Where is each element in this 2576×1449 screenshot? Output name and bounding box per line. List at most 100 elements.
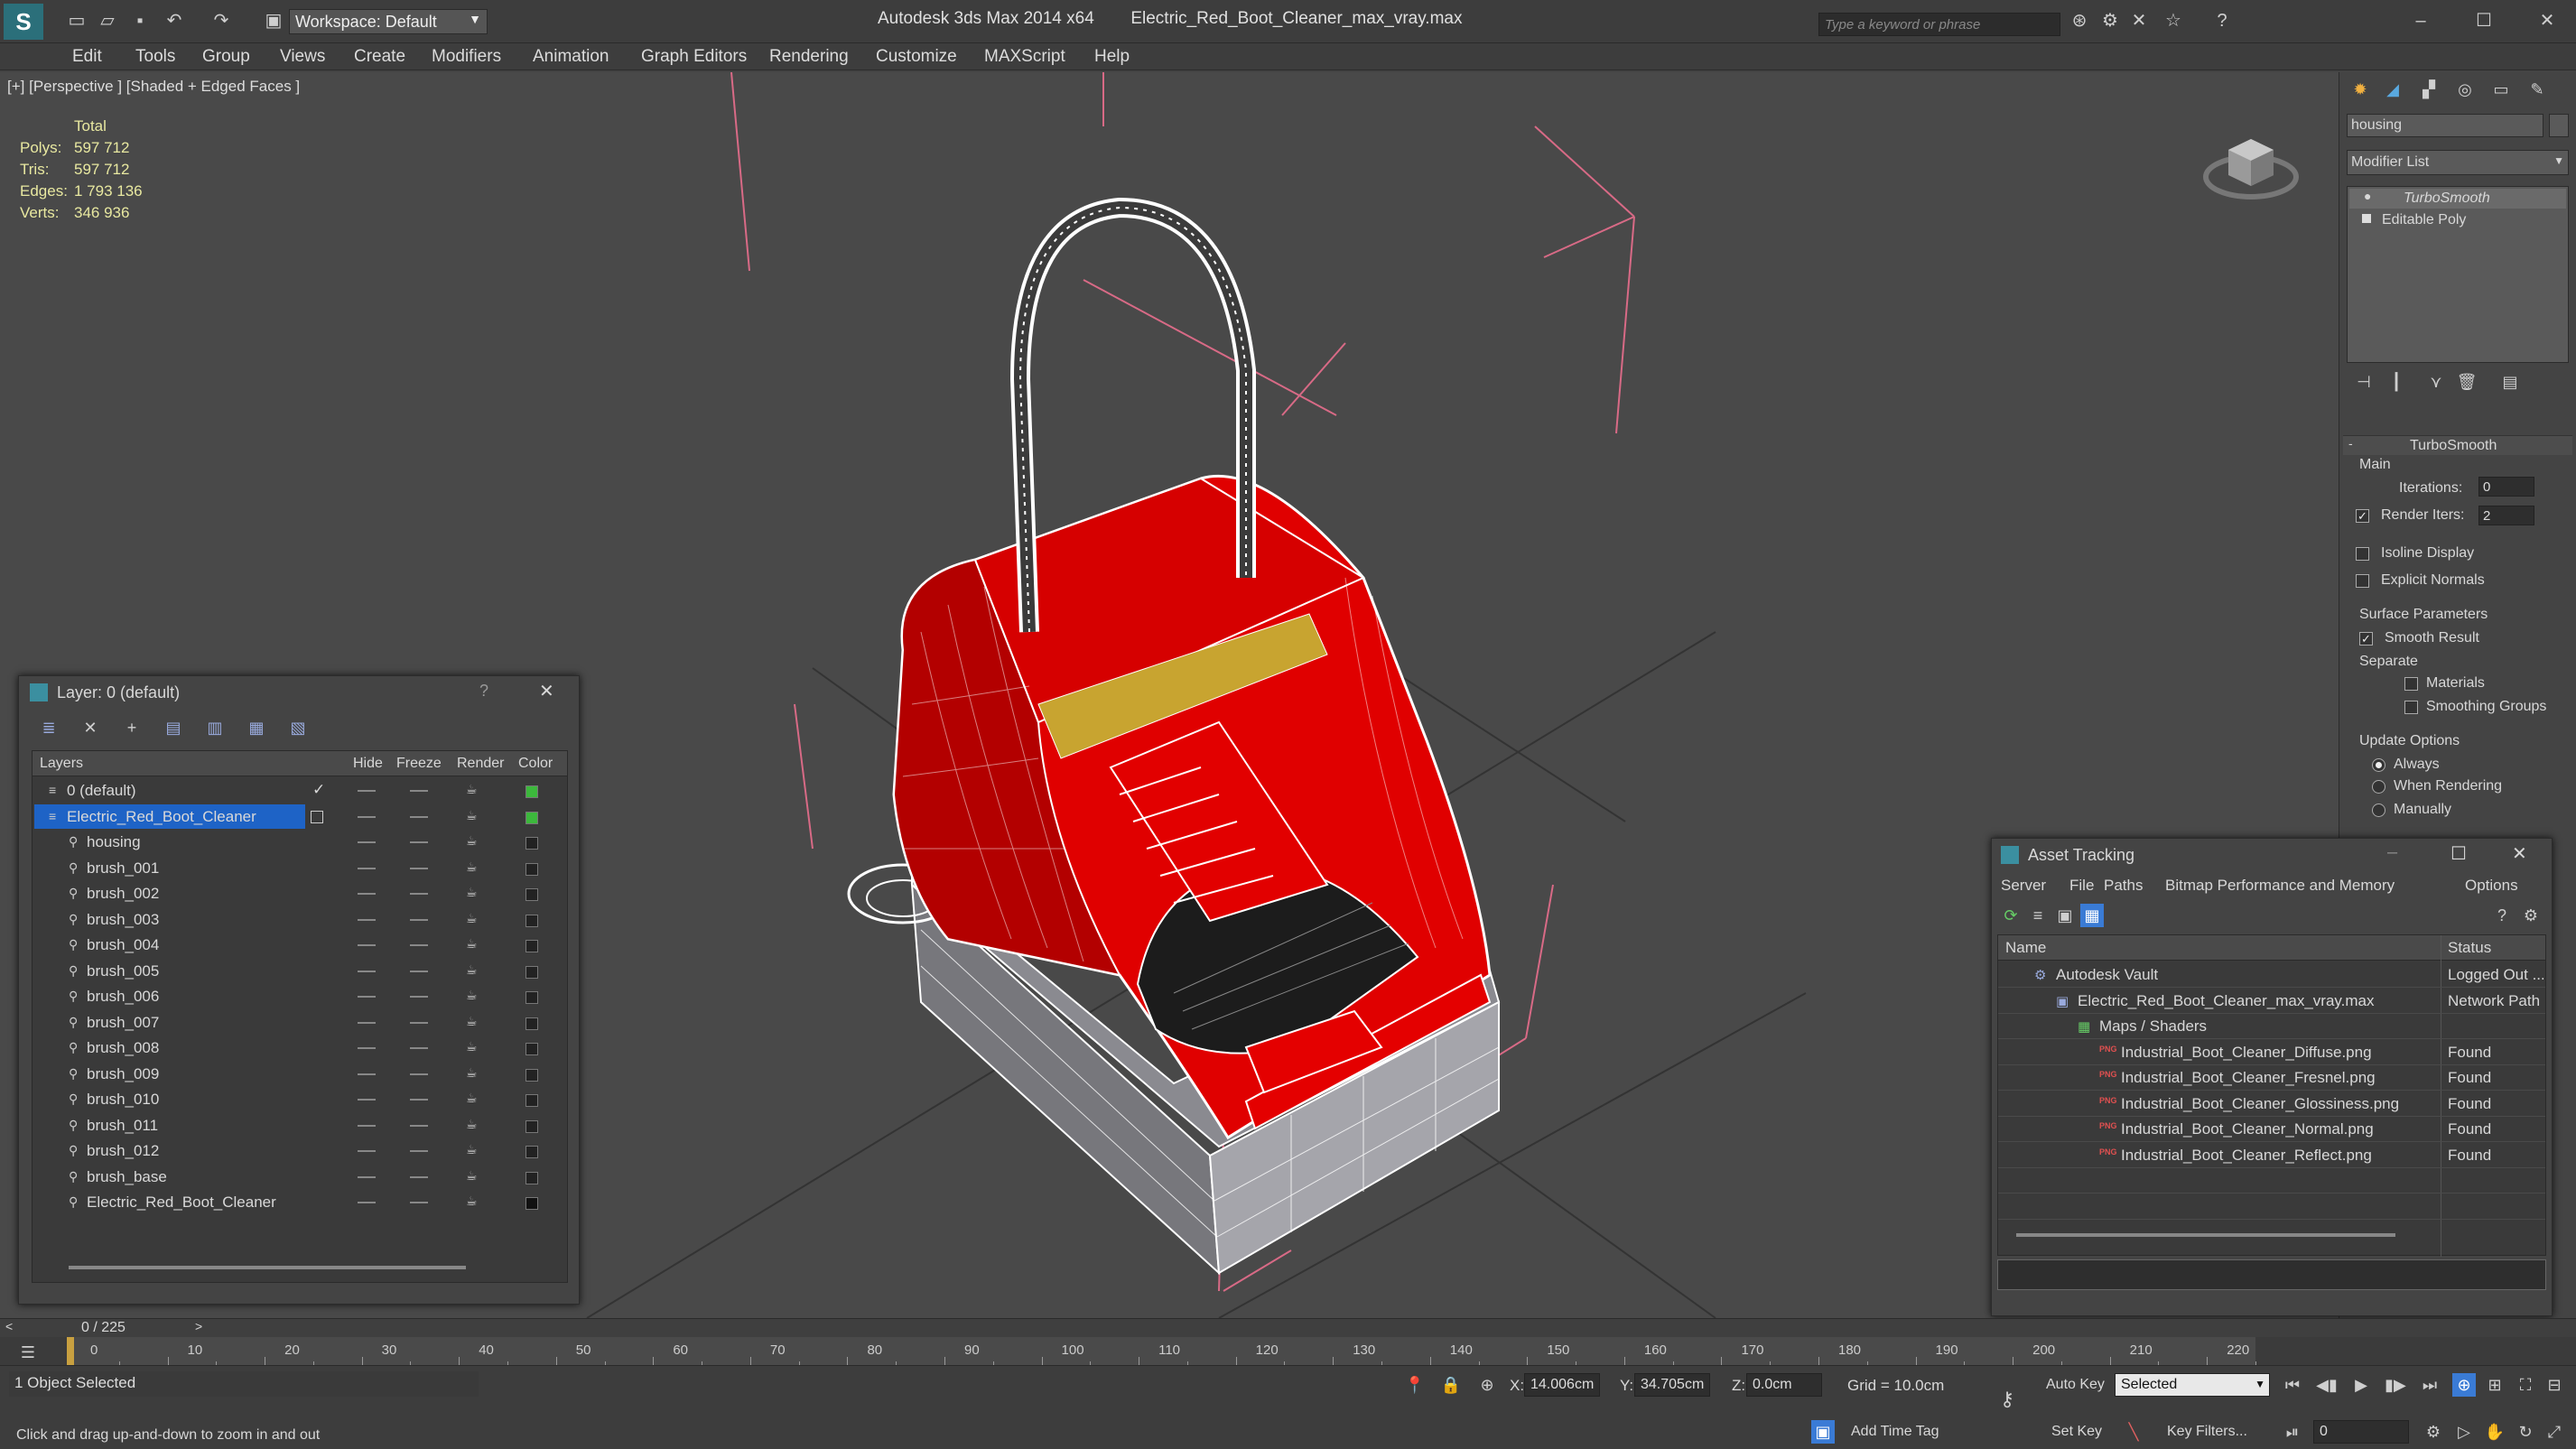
asset-dialog-titlebar[interactable]: Asset Tracking – ☐ ✕	[1992, 839, 2552, 871]
prev-frame-icon[interactable]: <	[5, 1319, 13, 1333]
layer-color-swatch[interactable]	[525, 837, 538, 850]
menu-rendering[interactable]: Rendering	[769, 47, 849, 67]
add-to-layer-icon[interactable]: +	[120, 716, 144, 739]
menu-create[interactable]: Create	[354, 47, 405, 67]
active-layer-check-icon[interactable]: ✓	[312, 781, 325, 799]
open-file-icon[interactable]: ▱	[96, 9, 119, 33]
manually-radio[interactable]	[2372, 803, 2385, 817]
minimize-icon[interactable]: –	[2387, 842, 2397, 863]
layer-row[interactable]: ⚲ Electric_Red_Boot_Cleaner ☕	[33, 1190, 567, 1215]
orbit-icon[interactable]: ↻	[2514, 1420, 2537, 1444]
isolate-icon[interactable]: 📍	[1403, 1373, 1427, 1397]
freeze-toggle[interactable]	[410, 944, 428, 946]
help-icon[interactable]: ?	[479, 682, 488, 701]
layer-color-swatch[interactable]	[525, 1146, 538, 1158]
layer-row[interactable]: ⚲ brush_004 ☕	[33, 933, 567, 958]
freeze-toggle[interactable]	[410, 1099, 428, 1101]
workspace-dropdown[interactable]: Workspace: Default ▼	[289, 9, 488, 34]
track-bar[interactable]: 0 10 20 30 40 50 60 70 80 90 100 110 120 130 140 150 160…	[67, 1337, 2256, 1366]
render-teapot-icon[interactable]: ☕	[466, 962, 478, 978]
materials-checkbox[interactable]	[2404, 677, 2418, 691]
display-tab-icon[interactable]: ▭	[2489, 78, 2513, 101]
set-key-icon[interactable]: ╲	[2122, 1420, 2145, 1444]
render-teapot-icon[interactable]: ☕	[466, 936, 478, 952]
layer-color-swatch[interactable]	[525, 940, 538, 952]
layer-dialog-titlebar[interactable]: Layer: 0 (default) ? ✕	[19, 676, 579, 709]
asset-row[interactable]: PNG Industrial_Boot_Cleaner_Fresnel.png Fo…	[1998, 1065, 2545, 1091]
col-color[interactable]: Color	[518, 756, 553, 772]
next-frame-icon[interactable]: >	[195, 1319, 202, 1333]
selected-set-dropdown[interactable]: Selected ▼	[2115, 1373, 2270, 1397]
hierarchy-tab-icon[interactable]: ▞	[2417, 78, 2441, 101]
show-end-result-icon[interactable]: ┃	[2385, 370, 2408, 394]
auto-key-button[interactable]: Auto Key	[2046, 1377, 2105, 1393]
layer-row[interactable]: ⚲ brush_005 ☕	[33, 959, 567, 984]
asset-row[interactable]: PNG Industrial_Boot_Cleaner_Normal.png Fou…	[1998, 1117, 2545, 1142]
render-teapot-icon[interactable]: ☕	[466, 1117, 478, 1132]
layer-row[interactable]: ⚲ brush_001 ☕	[33, 856, 567, 881]
menu-customize[interactable]: Customize	[876, 47, 957, 67]
asset-row[interactable]: ▦ Maps / Shaders	[1998, 1014, 2545, 1039]
hide-toggle[interactable]	[358, 841, 376, 843]
freeze-toggle[interactable]	[410, 790, 428, 792]
freeze-toggle[interactable]	[410, 970, 428, 972]
add-time-tag-label[interactable]: Add Time Tag	[1851, 1424, 1939, 1440]
render-iters-spinner[interactable]: 2	[2478, 506, 2534, 525]
subscription-icon[interactable]: ⚙	[2098, 9, 2122, 33]
render-teapot-icon[interactable]: ☕	[466, 833, 478, 849]
select-objects-icon[interactable]: ▤	[162, 716, 185, 739]
set-current-box-icon[interactable]	[311, 810, 323, 823]
y-coordinate-field[interactable]: 34.705cm	[1634, 1373, 1710, 1397]
maximize-viewport-icon[interactable]: ⤢	[2543, 1420, 2566, 1444]
thumbnail-view-icon[interactable]: ▣	[2053, 904, 2077, 927]
horizontal-scrollbar[interactable]	[2016, 1233, 2395, 1237]
layer-color-swatch[interactable]	[525, 888, 538, 901]
layer-row[interactable]: ≡ Electric_Red_Boot_Cleaner ☕	[33, 803, 567, 830]
hide-toggle[interactable]	[358, 1047, 376, 1049]
lightbulb-icon[interactable]: ●	[2364, 189, 2371, 203]
menu-tools[interactable]: Tools	[135, 47, 175, 67]
z-coordinate-field[interactable]: 0.0cm	[1746, 1373, 1822, 1397]
freeze-toggle[interactable]	[410, 1124, 428, 1127]
help-icon[interactable]: ?	[2210, 9, 2234, 33]
col-freeze[interactable]: Freeze	[396, 756, 442, 772]
freeze-toggle[interactable]	[410, 815, 428, 818]
hide-toggle[interactable]	[358, 815, 376, 818]
asset-row[interactable]: PNG Industrial_Boot_Cleaner_Reflect.png Fo…	[1998, 1143, 2545, 1168]
render-teapot-icon[interactable]: ☕	[466, 1065, 478, 1081]
motion-tab-icon[interactable]: ◎	[2453, 78, 2477, 101]
layer-color-swatch[interactable]	[525, 991, 538, 1004]
render-teapot-icon[interactable]: ☕	[466, 1014, 478, 1029]
maximize-icon[interactable]: ☐	[2472, 9, 2496, 33]
render-teapot-icon[interactable]: ☕	[466, 885, 478, 900]
new-file-icon[interactable]: ▭	[65, 9, 88, 33]
menu-animation[interactable]: Animation	[533, 47, 609, 67]
asset-row[interactable]: ▣ Electric_Red_Boot_Cleaner_max_vray.max N…	[1998, 989, 2545, 1014]
add-time-tag-icon[interactable]: ▣	[1811, 1420, 1835, 1444]
menu-help[interactable]: Help	[1094, 47, 1130, 67]
layer-color-swatch[interactable]	[525, 965, 538, 979]
selection-lock-icon[interactable]: 🔒	[1439, 1373, 1463, 1397]
play-icon[interactable]: ▶	[2349, 1373, 2373, 1397]
save-file-icon[interactable]: ▪	[128, 9, 152, 33]
freeze-toggle[interactable]	[410, 893, 428, 895]
menu-group[interactable]: Group	[202, 47, 250, 67]
project-folder-icon[interactable]: ▣	[262, 9, 285, 33]
explicit-normals-checkbox[interactable]	[2356, 574, 2369, 588]
hide-toggle[interactable]	[358, 996, 376, 998]
pan-icon[interactable]: ✋	[2483, 1420, 2506, 1444]
modify-tab-icon[interactable]: ◢	[2381, 78, 2404, 101]
render-teapot-icon[interactable]: ☕	[466, 1194, 478, 1209]
freeze-toggle[interactable]	[410, 1047, 428, 1049]
turbosmooth-rollout-header[interactable]: - TurboSmooth	[2343, 435, 2572, 455]
track-bar-toggle-icon[interactable]: ☰	[16, 1341, 40, 1364]
layer-row[interactable]: ⚲ brush_003 ☕	[33, 907, 567, 933]
layer-row[interactable]: ⚲ brush_009 ☕	[33, 1062, 567, 1087]
app-logo-icon[interactable]: S	[4, 4, 43, 40]
col-status[interactable]: Status	[2448, 939, 2491, 957]
hide-toggle[interactable]	[358, 918, 376, 921]
hide-toggle[interactable]	[358, 1150, 376, 1152]
freeze-toggle[interactable]	[410, 1175, 428, 1178]
hide-toggle[interactable]	[358, 893, 376, 895]
object-name-field[interactable]: housing	[2347, 114, 2543, 137]
